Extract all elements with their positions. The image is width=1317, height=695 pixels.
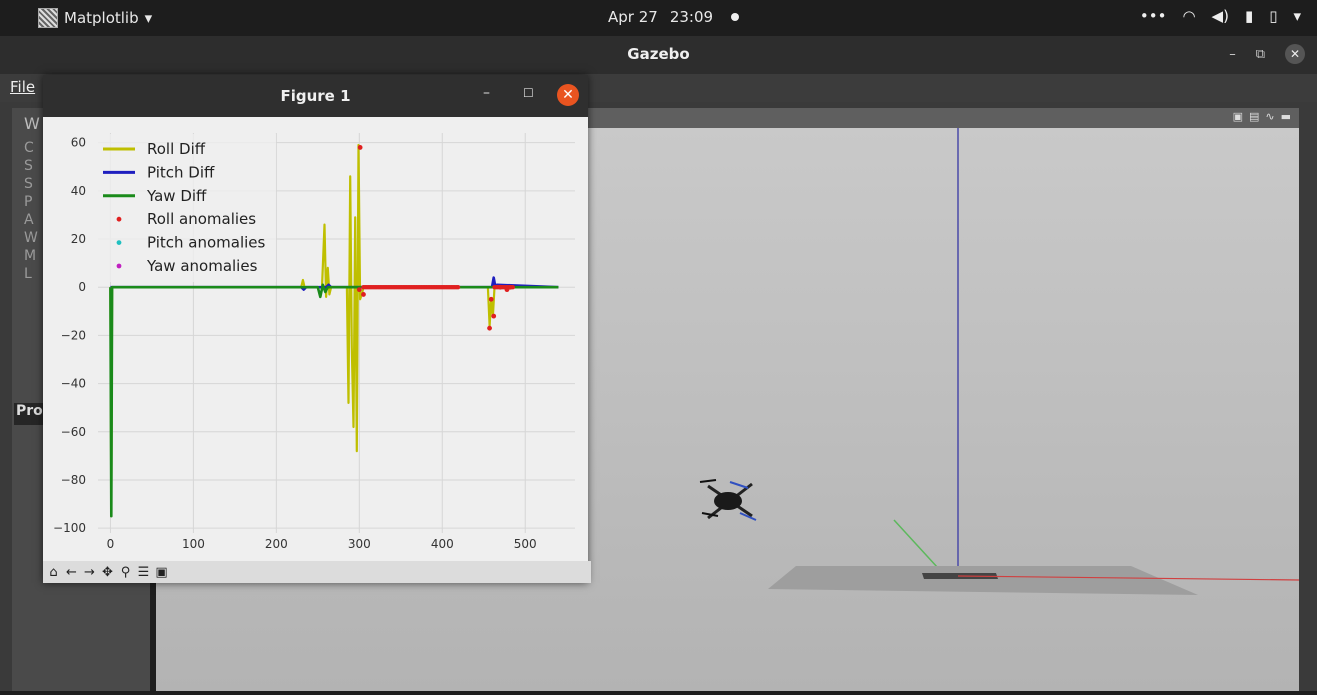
back-icon[interactable]: ← [64,565,79,580]
tree-item[interactable]: P [24,194,32,210]
property-tab[interactable]: Pro [14,403,46,425]
y-tick-label: −80 [61,473,86,487]
y-tick-label: 60 [71,136,86,150]
pan-icon[interactable]: ✥ [100,565,115,580]
save-icon[interactable]: ▣ [154,565,169,580]
legend-label: Pitch anomalies [147,234,266,252]
maximize-icon[interactable]: ☐ [523,86,534,100]
tree-item[interactable]: L [24,266,32,282]
anomaly-point-roll-anomalies [497,284,503,290]
y-tick-label: 40 [71,184,86,198]
x-tick-label: 200 [265,537,288,551]
tree-item[interactable]: C [24,140,34,156]
x-tick-label: 300 [348,537,371,551]
legend-swatch [116,263,122,269]
legend-swatch [116,216,122,222]
legend-label: Yaw anomalies [146,257,258,275]
more-icon[interactable]: ••• [1140,7,1167,25]
mic-icon[interactable]: ▮ [1245,7,1253,25]
y-tick-label: −100 [53,521,86,535]
minimize-icon[interactable]: – [483,85,490,101]
figure-window: Figure 1 – ☐ ✕ 0 100 200 300 400 500 60 40 20 0 −2… [43,75,591,583]
volume-icon[interactable]: ◀) [1212,7,1229,25]
forward-icon[interactable]: → [82,565,97,580]
menu-file[interactable]: File [10,78,35,96]
figure-toolbar: ⌂ ← → ✥ ⚲ ☰ ▣ [43,561,591,583]
home-icon[interactable]: ⌂ [46,565,61,580]
clock[interactable]: Apr 27 23:09 [608,8,740,26]
tree-item[interactable]: W [24,230,38,246]
matplotlib-app-icon [38,8,58,28]
x-tick-label: 100 [182,537,205,551]
configure-icon[interactable]: ☰ [136,565,151,580]
time-label: 23:09 [669,8,714,26]
anomaly-point-roll-anomalies [491,313,497,319]
battery-icon[interactable]: ▯ [1269,7,1277,25]
anomaly-point-roll-anomalies [357,145,363,150]
y-tick-label: 20 [71,232,86,246]
anomaly-point-roll-anomalies [356,287,362,293]
app-menu[interactable]: Matplotlib ▾ [38,8,152,28]
anomaly-point-roll-anomalies [507,284,513,290]
y-tick-label: 0 [78,280,86,294]
legend-label: Roll anomalies [147,210,256,228]
chart[interactable]: 0 100 200 300 400 5006040200−20−40−60−80−100R… [43,117,588,561]
legend-swatch [116,240,122,245]
minimize-icon[interactable]: – [1229,47,1236,62]
plot-icon[interactable]: ∿ [1265,110,1274,123]
anomaly-point-roll-anomalies [455,285,461,290]
zoom-icon[interactable]: ⚲ [118,565,133,580]
x-tick-label: 500 [514,537,537,551]
y-axis-line [893,519,939,569]
legend-label: Yaw Diff [146,187,207,205]
tree-item[interactable]: S [24,158,33,174]
figure-title: Figure 1 [280,87,351,105]
system-tray[interactable]: ••• ◠ ◀) ▮ ▯ ▾ [1140,7,1301,25]
chevron-down-icon[interactable]: ▾ [1293,7,1301,25]
tree-item[interactable]: A [24,212,34,228]
x-tick-label: 0 [107,537,115,551]
video-icon[interactable]: ▬ [1281,110,1291,123]
x-tick-label: 400 [431,537,454,551]
y-tick-label: −20 [61,328,86,342]
window-title: Gazebo [627,45,690,63]
restore-icon[interactable]: ⧉ [1256,47,1265,62]
figure-titlebar: Figure 1 – ☐ ✕ [43,75,588,117]
notification-dot-icon [731,13,740,21]
close-icon[interactable]: ✕ [1285,44,1305,64]
legend-label: Pitch Diff [147,163,215,181]
tree-item[interactable]: S [24,176,33,192]
system-topbar: Matplotlib ▾ Apr 27 23:09 ••• ◠ ◀) ▮ ▯ ▾ [0,0,1317,36]
wifi-icon[interactable]: ◠ [1182,7,1195,25]
app-name: Matplotlib [64,9,139,27]
legend-label: Roll Diff [147,140,206,158]
ground-plate [768,566,1198,595]
tree-item[interactable]: M [24,248,36,264]
anomaly-point-roll-anomalies [488,296,494,302]
y-tick-label: −60 [61,425,86,439]
screenshot-icon[interactable]: ▣ [1233,110,1243,123]
log-icon[interactable]: ▤ [1249,110,1259,123]
anomaly-point-roll-anomalies [361,292,366,297]
gazebo-titlebar: Gazebo – ⧉ ✕ [0,36,1317,74]
quadcopter[interactable] [699,479,757,521]
date-label: Apr 27 [608,8,658,26]
close-icon[interactable]: ✕ [557,84,579,106]
chevron-down-icon: ▾ [144,9,153,27]
y-tick-label: −40 [61,377,86,391]
anomaly-point-roll-anomalies [487,325,492,331]
world-tab-label[interactable]: W [24,114,40,133]
